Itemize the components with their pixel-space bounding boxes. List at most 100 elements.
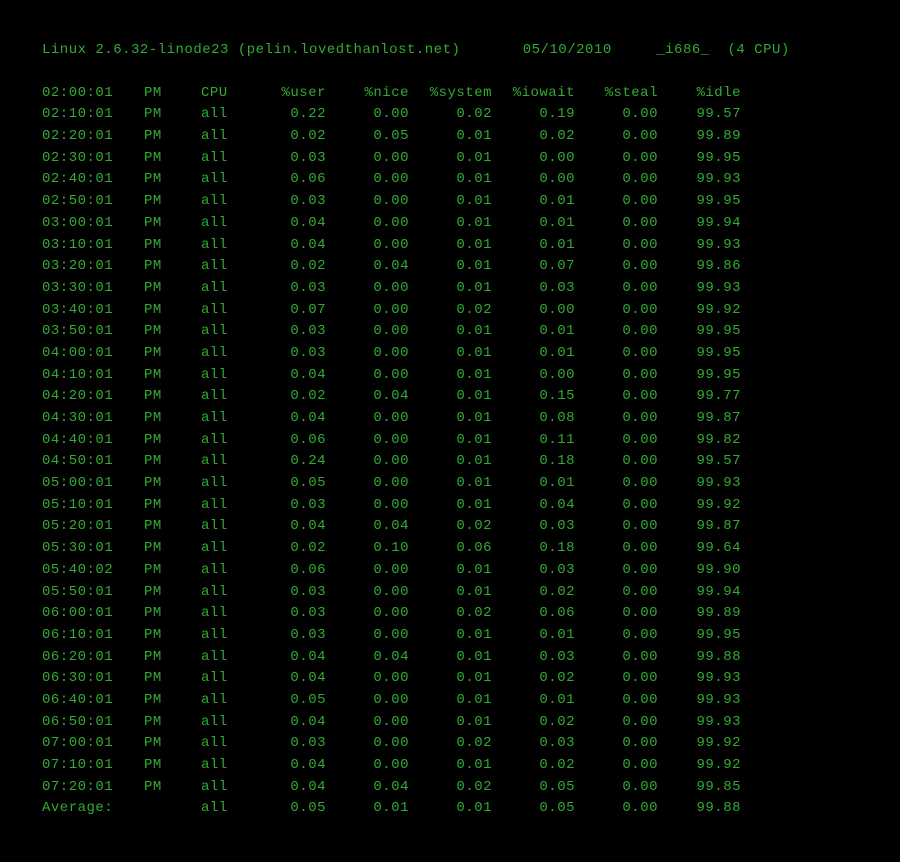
cell-time: 07:10:01 <box>42 755 144 777</box>
cell-cpu: all <box>201 191 243 213</box>
cell-time: 05:30:01 <box>42 538 144 560</box>
cell-cpu: all <box>201 365 243 387</box>
cell-system: 0.02 <box>409 603 492 625</box>
cell-nice: 0.04 <box>326 386 409 408</box>
architecture: _i686_ <box>656 42 709 58</box>
cell-nice: 0.00 <box>326 495 409 517</box>
cell-steal: 0.00 <box>575 690 658 712</box>
cell-steal: 0.00 <box>575 365 658 387</box>
cell-iowait: 0.05 <box>492 777 575 799</box>
cell-period: PM <box>144 668 201 690</box>
cell-cpu: all <box>201 408 243 430</box>
cell-nice: 0.04 <box>326 777 409 799</box>
cell-system: 0.01 <box>409 647 492 669</box>
cell-nice: 0.00 <box>326 582 409 604</box>
cell-user: 0.02 <box>243 256 326 278</box>
cell-user: 0.04 <box>243 516 326 538</box>
cell-steal: 0.00 <box>575 755 658 777</box>
cell-nice: 0.00 <box>326 668 409 690</box>
cell-user: 0.05 <box>243 473 326 495</box>
table-row: 06:20:01PMall0.040.040.010.030.0099.88 <box>42 647 858 669</box>
cell-steal: 0.00 <box>575 430 658 452</box>
cell-period: PM <box>144 473 201 495</box>
cell-nice: 0.00 <box>326 473 409 495</box>
table-row: 06:40:01PMall0.050.000.010.010.0099.93 <box>42 690 858 712</box>
cell-iowait: 0.02 <box>492 126 575 148</box>
cell-period: PM <box>144 777 201 799</box>
cell-time: 03:20:01 <box>42 256 144 278</box>
cell-period: PM <box>144 495 201 517</box>
cell-steal: 0.00 <box>575 278 658 300</box>
cell-user: 0.03 <box>243 625 326 647</box>
cell-nice: 0.00 <box>326 343 409 365</box>
cell-period: PM <box>144 712 201 734</box>
cell-user: 0.03 <box>243 191 326 213</box>
cell-steal: 0.00 <box>575 169 658 191</box>
cell-nice: 0.00 <box>326 603 409 625</box>
cell-steal: 0.00 <box>575 560 658 582</box>
cell-period: PM <box>144 647 201 669</box>
cell-system: 0.06 <box>409 538 492 560</box>
system-header: Linux 2.6.32-linode23 (pelin.lovedthanlo… <box>42 40 858 62</box>
cell-user: 0.04 <box>243 235 326 257</box>
table-row: 05:10:01PMall0.030.000.010.040.0099.92 <box>42 495 858 517</box>
average-label: Average: <box>42 798 144 820</box>
cell-idle: 99.57 <box>658 104 741 126</box>
cell-time: 03:10:01 <box>42 235 144 257</box>
col-heading-nice: %nice <box>326 83 409 105</box>
cell-user: 0.06 <box>243 430 326 452</box>
cell-period: PM <box>144 582 201 604</box>
cell-iowait: 0.18 <box>492 451 575 473</box>
cell-user: 0.07 <box>243 300 326 322</box>
cell-cpu: all <box>201 278 243 300</box>
cell-iowait: 0.02 <box>492 712 575 734</box>
cell-idle: 99.89 <box>658 603 741 625</box>
table-row: 04:10:01PMall0.040.000.010.000.0099.95 <box>42 365 858 387</box>
cell-iowait: 0.01 <box>492 625 575 647</box>
cell-steal: 0.00 <box>575 625 658 647</box>
cell-user: 0.06 <box>243 169 326 191</box>
cell-system: 0.02 <box>409 516 492 538</box>
cell-steal: 0.00 <box>575 516 658 538</box>
cell-cpu: all <box>201 560 243 582</box>
cell-cpu: all <box>201 256 243 278</box>
cell-system: 0.02 <box>409 777 492 799</box>
cell-nice: 0.04 <box>326 647 409 669</box>
cell-steal: 0.00 <box>575 777 658 799</box>
cell-iowait: 0.01 <box>492 191 575 213</box>
cell-idle: 99.93 <box>658 235 741 257</box>
table-row: 02:50:01PMall0.030.000.010.010.0099.95 <box>42 191 858 213</box>
cell-cpu: all <box>201 625 243 647</box>
cell-time: 02:30:01 <box>42 148 144 170</box>
cell-time: 04:20:01 <box>42 386 144 408</box>
cell-idle: 99.89 <box>658 126 741 148</box>
cell-time: 05:40:02 <box>42 560 144 582</box>
cell-iowait: 0.15 <box>492 386 575 408</box>
table-row: 04:00:01PMall0.030.000.010.010.0099.95 <box>42 343 858 365</box>
table-row: 07:10:01PMall0.040.000.010.020.0099.92 <box>42 755 858 777</box>
cell-system: 0.02 <box>409 104 492 126</box>
cell-time: 06:30:01 <box>42 668 144 690</box>
table-row: 02:40:01PMall0.060.000.010.000.0099.93 <box>42 169 858 191</box>
table-row: 06:10:01PMall0.030.000.010.010.0099.95 <box>42 625 858 647</box>
table-row: 02:10:01PMall0.220.000.020.190.0099.57 <box>42 104 858 126</box>
cell-steal: 0.00 <box>575 451 658 473</box>
table-row: 05:50:01PMall0.030.000.010.020.0099.94 <box>42 582 858 604</box>
cell-cpu: all <box>201 169 243 191</box>
table-row: 06:00:01PMall0.030.000.020.060.0099.89 <box>42 603 858 625</box>
cell-cpu: all <box>201 603 243 625</box>
cell-system: 0.01 <box>409 343 492 365</box>
cell-nice: 0.00 <box>326 169 409 191</box>
table-row: 03:40:01PMall0.070.000.020.000.0099.92 <box>42 300 858 322</box>
cell-period: PM <box>144 538 201 560</box>
cell-nice: 0.05 <box>326 126 409 148</box>
table-row: 07:20:01PMall0.040.040.020.050.0099.85 <box>42 777 858 799</box>
cell-time: 06:10:01 <box>42 625 144 647</box>
cell-idle: 99.95 <box>658 321 741 343</box>
cell-time: 05:20:01 <box>42 516 144 538</box>
cell-idle: 99.95 <box>658 365 741 387</box>
cell-system: 0.01 <box>409 408 492 430</box>
cell-cpu: all <box>201 668 243 690</box>
cell-period: PM <box>144 625 201 647</box>
table-row: 03:50:01PMall0.030.000.010.010.0099.95 <box>42 321 858 343</box>
